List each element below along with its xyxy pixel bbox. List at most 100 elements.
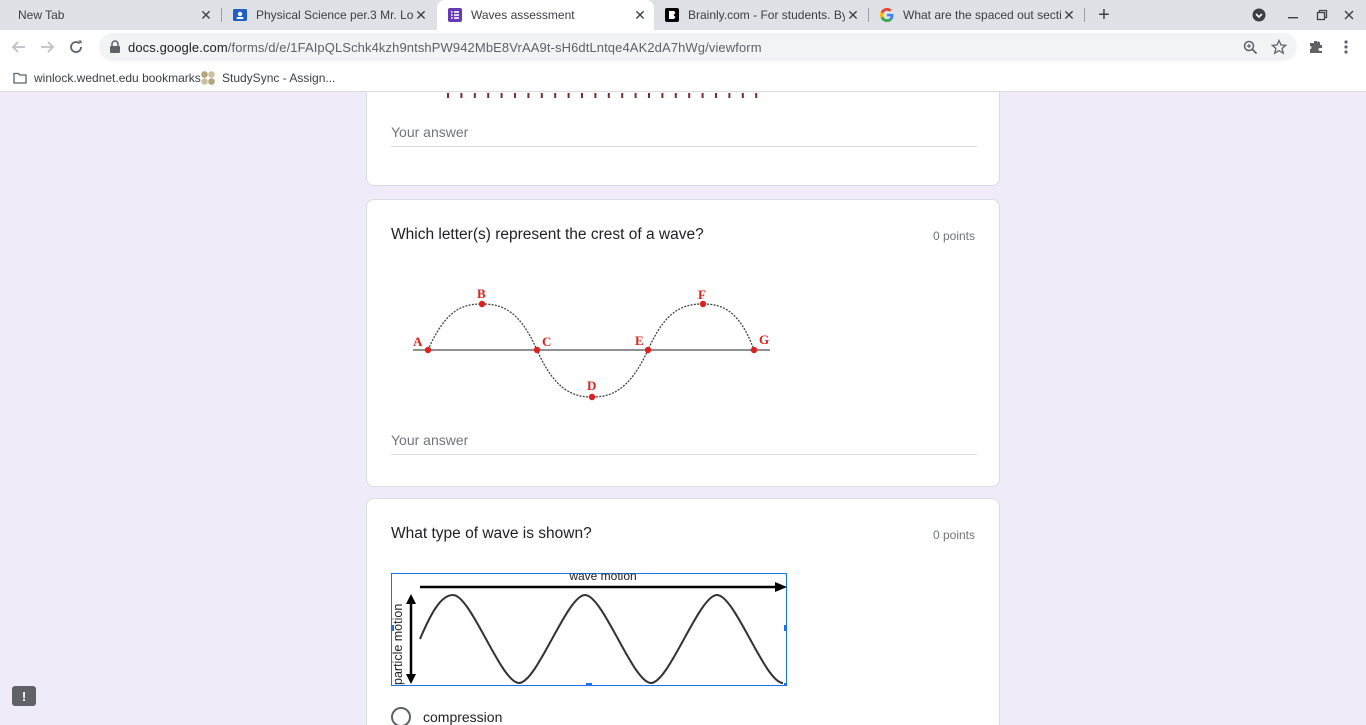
figure-tick [567, 93, 570, 98]
figure-tick [487, 93, 490, 98]
menu-kebab-icon[interactable] [1336, 37, 1356, 57]
tab-physical-science[interactable]: Physical Science per.3 Mr. Locke ✕ [222, 0, 435, 30]
close-icon[interactable]: ✕ [632, 7, 648, 23]
extensions-icon[interactable] [1306, 37, 1326, 57]
tab-strip: New Tab ✕ Physical Science per.3 Mr. Loc… [0, 0, 1366, 30]
back-icon[interactable] [9, 37, 29, 57]
restore-icon[interactable] [1313, 6, 1331, 24]
address-bar[interactable]: docs.google.com/forms/d/e/1FAIpQLSchk4kz… [99, 33, 1297, 61]
figure-tick [594, 93, 597, 98]
figure-tick [715, 93, 717, 98]
new-tab-button[interactable]: + [1094, 4, 1114, 26]
tab-search-icon[interactable] [1250, 6, 1268, 24]
forward-icon[interactable] [37, 37, 57, 57]
point-c [533, 346, 541, 354]
label-b: B [477, 286, 486, 301]
zoom-icon[interactable] [1242, 39, 1258, 55]
figure-tick [634, 93, 637, 98]
previous-figure-fragment [447, 93, 758, 98]
tab-google-search[interactable]: What are the spaced out section ✕ [869, 0, 1083, 30]
label-wave-motion: wave motion [568, 573, 636, 583]
figure-tick [473, 93, 476, 98]
bookmark-label: winlock.wednet.edu bookmarks [34, 71, 201, 85]
bookmark-star-icon[interactable] [1271, 39, 1287, 55]
arrow-head [775, 582, 787, 592]
question-card-previous: Your answer [366, 92, 1000, 186]
arrow-head [406, 594, 416, 604]
resize-handle [784, 683, 787, 686]
close-icon[interactable]: ✕ [1061, 7, 1077, 23]
arrow-head [406, 674, 416, 684]
lock-icon [109, 40, 121, 54]
feedback-icon[interactable]: ! [12, 686, 36, 706]
question-title: Which letter(s) represent the crest of a… [391, 226, 704, 243]
classroom-icon [232, 7, 248, 23]
radio-button[interactable] [391, 707, 411, 725]
tab-title: New Tab [18, 8, 65, 22]
tab-title: What are the spaced out section [903, 8, 1061, 22]
point-a [424, 346, 432, 354]
figure-tick [701, 93, 704, 98]
url-path: /forms/d/e/1FAIpQLSchk4kzh9ntshPW942MbE8… [227, 40, 762, 55]
label-f: F [698, 287, 706, 302]
figure-tick [554, 93, 557, 98]
minimize-icon[interactable] [1284, 6, 1302, 24]
figure-tick [621, 93, 624, 98]
wave-motion-figure: wave motion particle motion [391, 573, 787, 686]
point-b [478, 300, 486, 308]
studysync-icon [200, 70, 216, 86]
bookmarks-bar: winlock.wednet.edu bookmarks StudySync -… [0, 64, 1366, 92]
resize-handle [784, 625, 787, 631]
transverse-wave-figure: A B C D E F G [413, 286, 770, 401]
reload-icon[interactable] [66, 37, 86, 57]
figure-tick [674, 93, 677, 98]
question-card-wave-type: What type of wave is shown? 0 points wav… [366, 498, 1000, 725]
tab-waves-assessment[interactable]: Waves assessment ✕ [437, 0, 654, 30]
tab-new-tab[interactable]: New Tab ✕ [8, 0, 220, 30]
point-g [750, 346, 758, 354]
option-label: compression [423, 709, 503, 725]
figure-tick [728, 93, 731, 98]
figure-tick [607, 93, 610, 98]
tab-title: Waves assessment [471, 8, 575, 22]
figure-tick [661, 93, 664, 98]
question-points: 0 points [932, 229, 975, 243]
transverse-wave-curve [419, 593, 784, 685]
close-window-icon[interactable] [1340, 6, 1358, 24]
figure-tick [581, 93, 583, 98]
point-e [644, 346, 652, 354]
folder-icon [12, 70, 28, 86]
answer-input[interactable]: Your answer [391, 429, 977, 455]
question-card-crest: Which letter(s) represent the crest of a… [366, 199, 1000, 487]
google-icon [879, 7, 895, 23]
bookmark-winlock[interactable]: winlock.wednet.edu bookmarks [12, 68, 201, 88]
form-content: Your answer Which letter(s) represent th… [0, 92, 1366, 725]
tab-brainly[interactable]: Brainly.com - For students. By st ✕ [654, 0, 867, 30]
label-particle-motion: particle motion [391, 604, 405, 685]
tab-title: Brainly.com - For students. By st [688, 8, 845, 22]
url-text: docs.google.com/forms/d/e/1FAIpQLSchk4kz… [128, 40, 762, 55]
option-compression[interactable]: compression [391, 707, 502, 725]
figure-tick [755, 93, 758, 98]
question-title: What type of wave is shown? [391, 525, 592, 542]
close-icon[interactable]: ✕ [845, 7, 861, 23]
figure-tick [741, 93, 744, 98]
answer-input[interactable]: Your answer [391, 121, 977, 147]
figure-tick [527, 93, 530, 98]
tab-separator [1084, 8, 1085, 22]
brainly-icon [664, 7, 680, 23]
close-icon[interactable]: ✕ [198, 7, 214, 23]
label-d: D [587, 378, 596, 393]
figure-tick [500, 93, 503, 98]
label-g: G [759, 332, 769, 347]
label-e: E [635, 333, 644, 348]
close-icon[interactable]: ✕ [413, 7, 429, 23]
figure-tick [540, 93, 543, 98]
figure-tick [514, 93, 516, 98]
bookmark-studysync[interactable]: StudySync - Assign... [200, 68, 335, 88]
question-points: 0 points [932, 528, 975, 542]
figure-tick [648, 93, 650, 98]
label-a: A [413, 334, 423, 349]
figure-tick [447, 93, 449, 98]
tab-title: Physical Science per.3 Mr. Locke [256, 8, 413, 22]
